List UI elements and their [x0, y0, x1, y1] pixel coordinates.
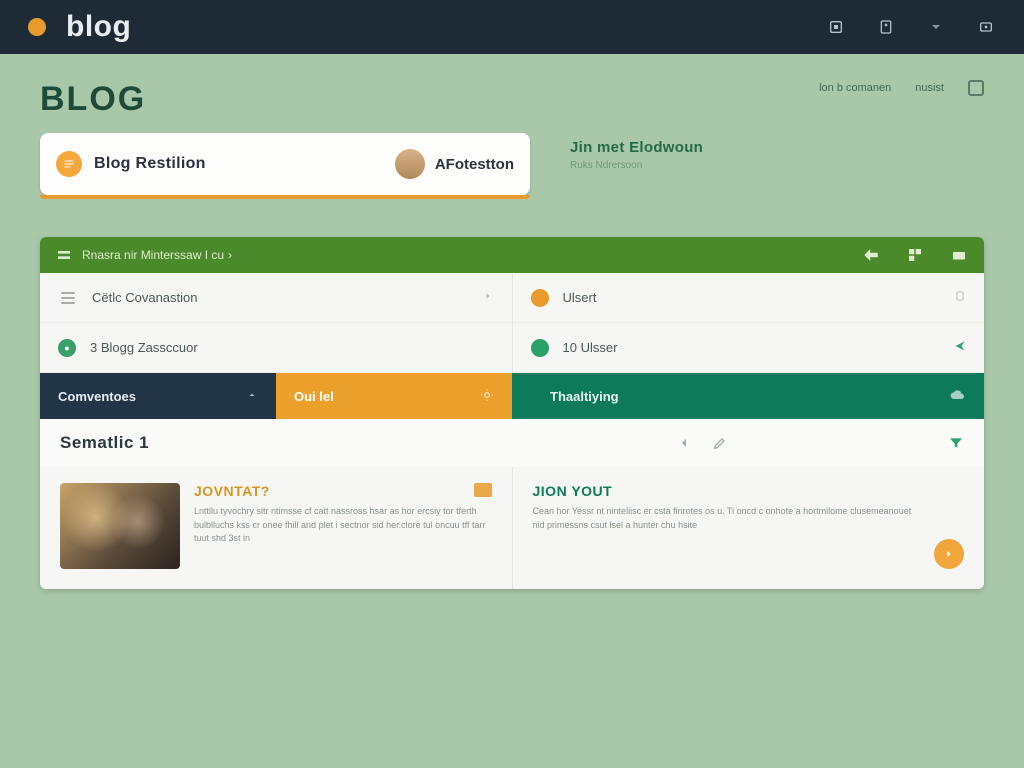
list-item[interactable]: ● 3 Blogg Zassccuor — [40, 323, 512, 373]
section-header: Sematlic 1 — [40, 419, 984, 467]
list-item-label: 3 Blogg Zassccuor — [90, 340, 198, 355]
article-badge-icon — [474, 483, 492, 497]
tab-label: Comventoes — [58, 389, 136, 404]
tab-cloud-icon — [950, 387, 966, 406]
send-icon — [954, 340, 966, 355]
list-item[interactable]: Cëtlc Covanastion — [40, 273, 512, 323]
selector-card[interactable]: Blog Restilion AFotestton — [40, 133, 530, 195]
tab-icon — [480, 388, 494, 405]
page-content: BLOG lon b comanen nusist Blog Restilion… — [0, 54, 1024, 589]
count-badge-icon: ● — [58, 339, 76, 357]
brand-dot-icon — [28, 18, 46, 36]
list-item[interactable]: Ulsert — [513, 273, 985, 323]
menu-icon — [58, 288, 78, 308]
list-item-label: 10 Ulsser — [563, 340, 618, 355]
article-card[interactable]: JION YOUT Cean hor Yessr nt ninteliisc e… — [512, 467, 985, 589]
article-card[interactable]: JOVNTAT? Lnttllu tyvochry sitr ntimsse c… — [40, 467, 512, 589]
list-left: Cëtlc Covanastion ● 3 Blogg Zassccuor — [40, 273, 512, 373]
article-excerpt: Lnttllu tyvochry sitr ntimsse cf catt na… — [194, 505, 492, 546]
tab-label: Oui lel — [294, 389, 334, 404]
header-link-2[interactable]: nusist — [915, 82, 944, 94]
article-thumbnail — [60, 483, 180, 569]
toolbar-text: Rnasra nir Minterssaw I cu — [82, 248, 224, 262]
selector-leading-icon — [56, 151, 82, 177]
page-icon — [954, 290, 966, 305]
header-link-1[interactable]: lon b comanen — [819, 82, 891, 94]
page-header: BLOG lon b comanen nusist — [40, 80, 984, 119]
article-action-button[interactable] — [934, 539, 964, 569]
article-title: JION YOUT — [533, 483, 921, 499]
article-cards: JOVNTAT? Lnttllu tyvochry sitr ntimsse c… — [40, 467, 984, 589]
list-right: Ulsert 10 Ulsser — [512, 273, 985, 373]
tab-strip: Comventoes Oui lel Thaaltiying — [40, 373, 984, 419]
page-title: BLOG — [40, 80, 146, 119]
chevron-right-icon — [482, 290, 494, 305]
tab-trending[interactable]: Thaaltiying — [512, 373, 984, 419]
toolbar-action-3-icon[interactable] — [950, 248, 968, 262]
brand-logo[interactable]: blog — [66, 10, 131, 44]
topnav-icon-3[interactable] — [976, 17, 996, 37]
tab-conversations[interactable]: Comventoes — [40, 373, 276, 419]
section-filter-icon[interactable] — [948, 435, 964, 451]
topbar: blog — [0, 0, 1024, 54]
author-info[interactable]: Jin met Elodwoun Ruks Ndrersoon — [570, 133, 703, 171]
chevron-down-icon[interactable] — [926, 17, 946, 37]
toolbar-action-1-icon[interactable] — [862, 248, 880, 262]
section-title: Sematlic 1 — [60, 433, 149, 453]
user-badge-icon — [531, 339, 549, 357]
tab-label: Thaaltiying — [550, 389, 619, 404]
toolbar-leading-icon[interactable] — [56, 247, 72, 263]
article-title: JOVNTAT? — [194, 483, 270, 499]
list-item-label: Cëtlc Covanastion — [92, 290, 198, 305]
topnav-icon-2[interactable] — [876, 17, 896, 37]
list-item-label: Ulsert — [563, 290, 597, 305]
toolbar-action-2-icon[interactable] — [906, 248, 924, 262]
section-prev-icon[interactable] — [676, 435, 692, 451]
section-edit-icon[interactable] — [712, 435, 728, 451]
main-panel: Rnasra nir Minterssaw I cu › Cëtlc Covan… — [40, 237, 984, 589]
tab-caret-icon — [246, 389, 258, 404]
toolbar-chevron-icon[interactable]: › — [228, 248, 232, 262]
user-badge-icon — [531, 289, 549, 307]
list-item[interactable]: 10 Ulsser — [513, 323, 985, 373]
tab-middle[interactable]: Oui lel — [276, 373, 512, 419]
selector-option-2[interactable]: AFotestton — [435, 156, 514, 173]
header-square-icon[interactable] — [968, 80, 984, 96]
topnav-icon-1[interactable] — [826, 17, 846, 37]
selector-avatar — [395, 149, 425, 179]
article-excerpt: Cean hor Yessr nt ninteliisc er csta fin… — [533, 505, 921, 532]
panel-toolbar: Rnasra nir Minterssaw I cu › — [40, 237, 984, 273]
author-name: Jin met Elodwoun — [570, 139, 703, 156]
author-subtitle: Ruks Ndrersoon — [570, 160, 703, 171]
header-links: lon b comanen nusist — [819, 80, 984, 96]
selector-option-1[interactable]: Blog Restilion — [94, 155, 206, 173]
